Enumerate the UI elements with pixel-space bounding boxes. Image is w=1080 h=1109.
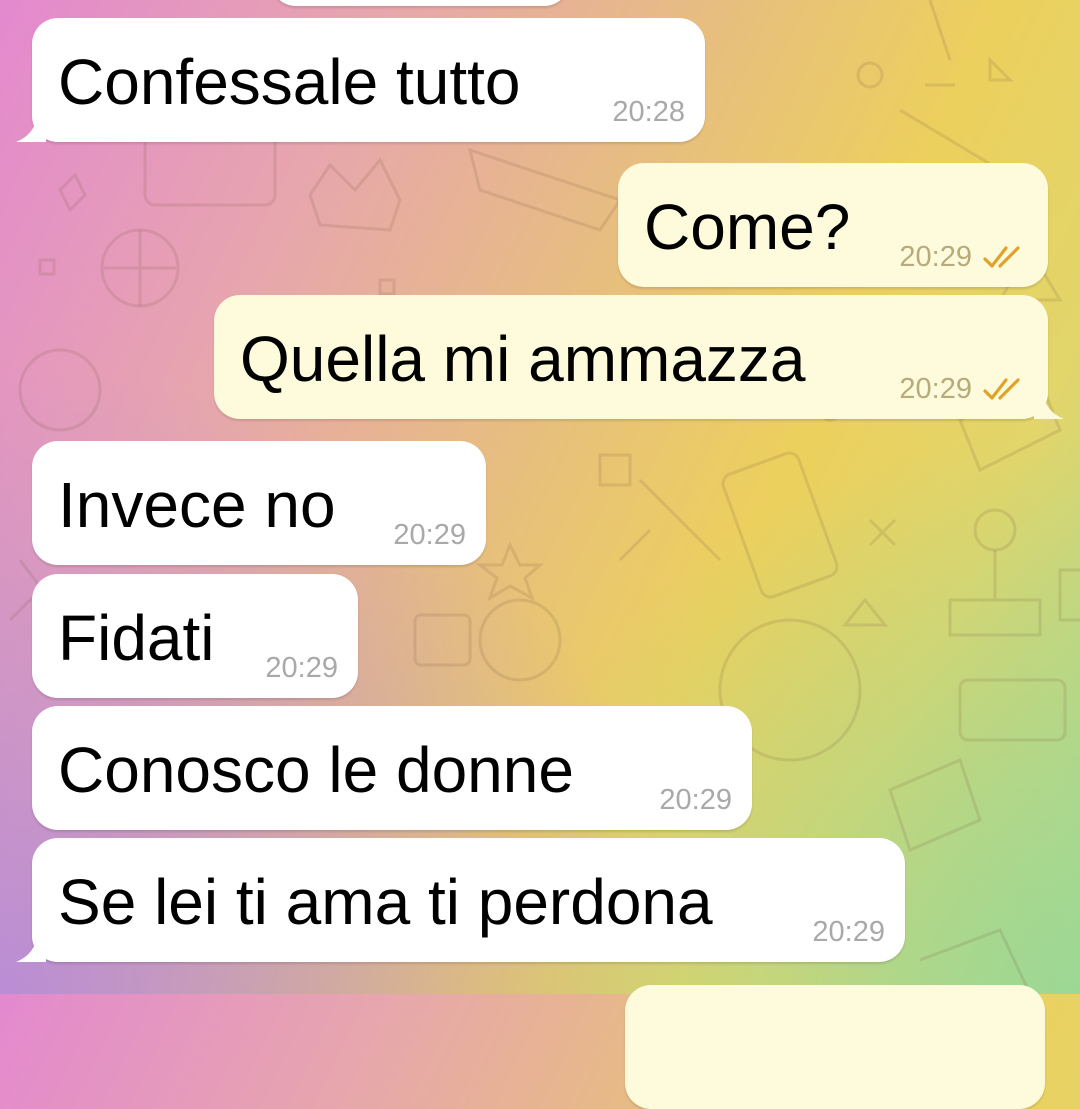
message-time: 20:29 xyxy=(265,652,338,684)
message-bubble-incoming[interactable]: Confessale tutto 20:28 xyxy=(16,18,705,142)
message-meta: 20:29 xyxy=(899,373,1028,405)
message-time: 20:29 xyxy=(393,519,466,551)
message-text: Se lei ti ama ti perdona xyxy=(58,866,713,938)
bubble-tail xyxy=(16,112,46,142)
double-check-icon xyxy=(983,378,1020,400)
message-bubble-partial-top[interactable] xyxy=(270,0,570,6)
message-text: Quella mi ammazza xyxy=(240,323,806,395)
message-bubble-outgoing[interactable]: Quella mi ammazza 20:29 xyxy=(214,295,1064,419)
message-meta: 20:29 xyxy=(659,784,732,816)
message-time: 20:29 xyxy=(899,373,972,405)
message-text: Conosco le donne xyxy=(58,734,574,806)
message-time: 20:28 xyxy=(612,96,685,128)
message-bubble-incoming[interactable]: Fidati 20:29 xyxy=(32,574,358,698)
bubble-tail xyxy=(1034,389,1064,419)
message-bubble-incoming[interactable]: Se lei ti ama ti perdona 20:29 xyxy=(16,838,905,962)
bubble-tail xyxy=(16,932,46,962)
message-time: 20:29 xyxy=(812,916,885,948)
message-bubble-incoming[interactable]: Conosco le donne 20:29 xyxy=(32,706,752,830)
message-text: Confessale tutto xyxy=(58,46,521,118)
message-bubble-partial-bottom[interactable] xyxy=(625,985,1045,1109)
double-check-icon xyxy=(983,246,1020,268)
message-text: Come? xyxy=(644,191,851,263)
message-text: Invece no xyxy=(58,469,336,541)
message-meta: 20:29 xyxy=(393,519,466,551)
message-meta: 20:29 xyxy=(265,652,338,684)
message-text: Fidati xyxy=(58,602,215,674)
message-meta: 20:29 xyxy=(812,916,885,948)
message-time: 20:29 xyxy=(659,784,732,816)
message-bubble-outgoing[interactable]: Come? 20:29 xyxy=(618,163,1048,287)
message-bubble-incoming[interactable]: Invece no 20:29 xyxy=(32,441,486,565)
message-time: 20:29 xyxy=(899,241,972,273)
message-meta: 20:28 xyxy=(612,96,685,128)
message-meta: 20:29 xyxy=(899,241,1028,273)
